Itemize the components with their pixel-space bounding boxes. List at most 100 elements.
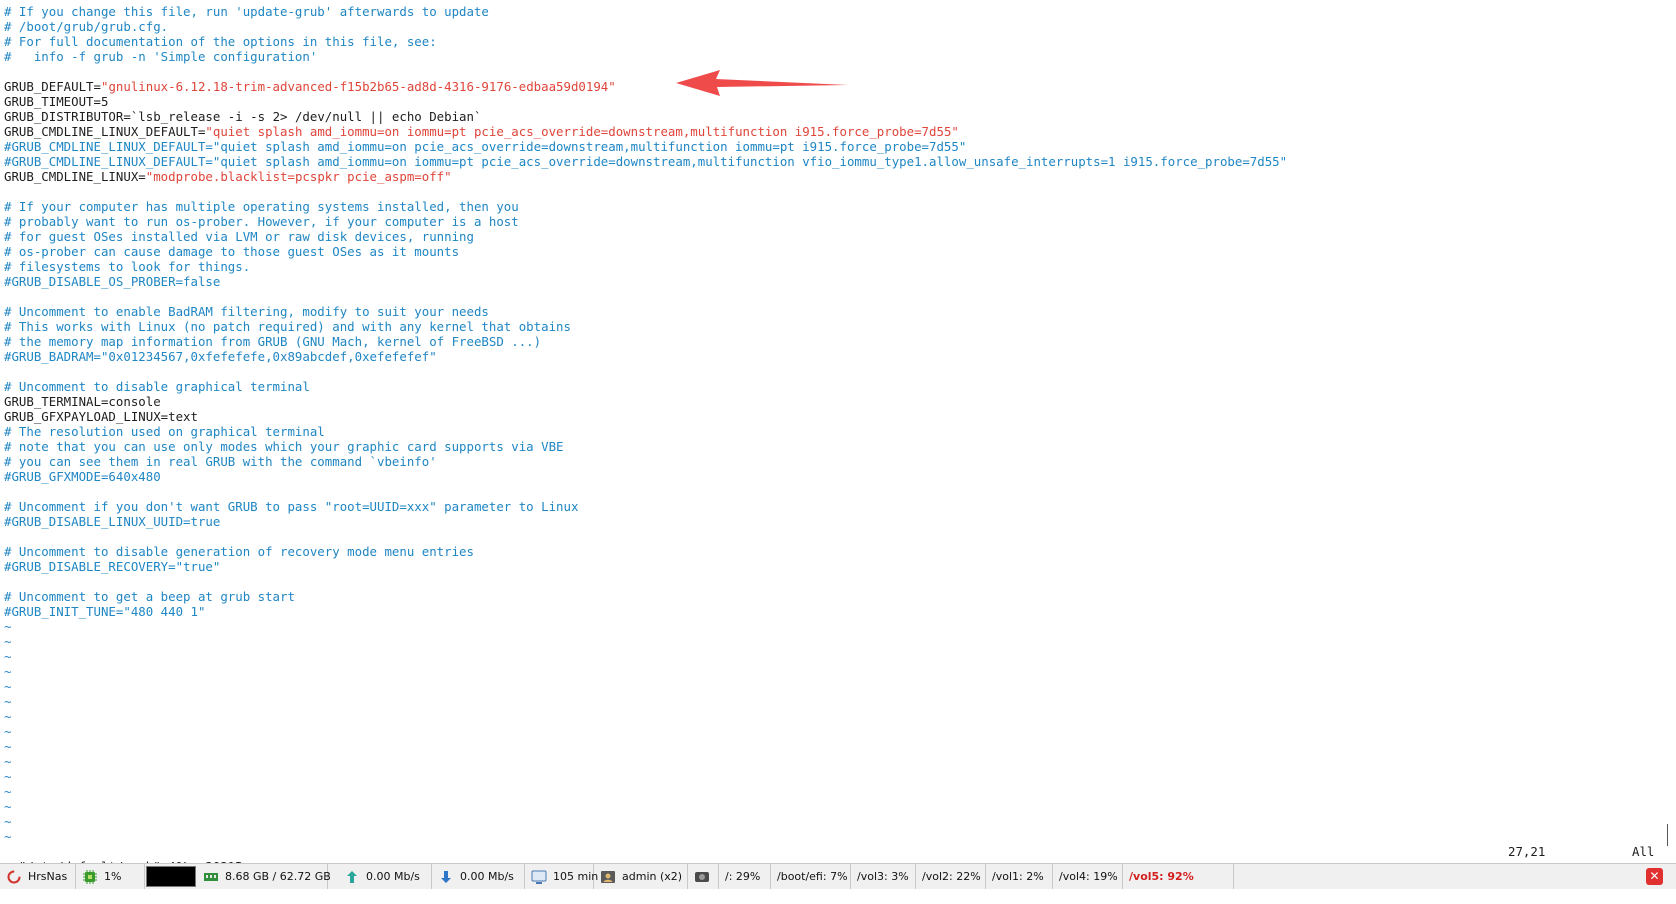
disk-usage-vol3[interactable]: /vol3: 3% [851, 864, 916, 889]
code-line[interactable]: # If you change this file, run 'update-g… [4, 4, 489, 19]
code-line[interactable]: # This works with Linux (no patch requir… [4, 319, 571, 334]
code-line[interactable]: # For full documentation of the options … [4, 34, 437, 49]
code-token: # Uncomment to get a beep at grub start [4, 589, 295, 604]
empty-line-marker[interactable]: ~ [4, 709, 11, 724]
code-token: ~ [4, 724, 12, 739]
code-line[interactable]: # you can see them in real GRUB with the… [4, 454, 437, 469]
uptime-icon [531, 870, 547, 884]
empty-line-marker[interactable]: ~ [4, 679, 11, 694]
status-taskbar: HrsNas 1% 8.68 GB / 62.72 GB 0.00 Mb/s 0… [0, 863, 1676, 889]
code-line[interactable]: #GRUB_CMDLINE_LINUX_DEFAULT="quiet splas… [4, 139, 966, 154]
code-line[interactable]: # Uncomment to disable graphical termina… [4, 379, 310, 394]
disk-label: /vol3: 3% [857, 870, 909, 883]
code-line[interactable]: #GRUB_DISABLE_LINUX_UUID=true [4, 514, 220, 529]
disk-label: /vol1: 2% [992, 870, 1044, 883]
code-line[interactable]: # Uncomment if you don't want GRUB to pa… [4, 499, 578, 514]
code-token: #GRUB_DISABLE_RECOVERY="true" [4, 559, 221, 574]
users-icon [601, 870, 615, 883]
upload-segment[interactable]: 0.00 Mb/s [338, 864, 432, 889]
hostname-icon [7, 870, 21, 883]
code-line[interactable]: #GRUB_GFXMODE=640x480 [4, 469, 161, 484]
code-line[interactable]: #GRUB_CMDLINE_LINUX_DEFAULT="quiet splas… [4, 154, 1287, 169]
code-line[interactable]: # /boot/grub/grub.cfg. [4, 19, 168, 34]
disk-segment[interactable] [688, 864, 719, 889]
code-line[interactable]: # Uncomment to get a beep at grub start [4, 589, 295, 604]
code-line[interactable]: # info -f grub -n 'Simple configuration' [4, 49, 317, 64]
hostname-label: HrsNas [28, 870, 68, 883]
disk-icon [695, 871, 709, 882]
code-line[interactable]: # note that you can use only modes which… [4, 439, 564, 454]
code-token: ~ [4, 694, 12, 709]
disk-usage-vol5[interactable]: /vol5: 92% [1123, 864, 1234, 889]
disk-usage-root[interactable]: /: 29% [719, 864, 771, 889]
disk-label: /vol4: 19% [1059, 870, 1118, 883]
code-line[interactable]: #GRUB_DISABLE_OS_PROBER=false [4, 274, 220, 289]
empty-line-marker[interactable]: ~ [4, 754, 11, 769]
code-token: # the memory map information from GRUB (… [4, 334, 542, 349]
code-line[interactable]: #GRUB_DISABLE_RECOVERY="true" [4, 559, 220, 574]
code-line[interactable]: # The resolution used on graphical termi… [4, 424, 325, 439]
disk-label: /boot/efi: 7% [777, 870, 848, 883]
empty-line-marker[interactable]: ~ [4, 619, 11, 634]
code-line[interactable]: # for guest OSes installed via LVM or ra… [4, 229, 474, 244]
cursor-position: 27,21 [1508, 844, 1546, 859]
disk-usage-vol2[interactable]: /vol2: 22% [916, 864, 986, 889]
code-line[interactable]: # probably want to run os-prober. Howeve… [4, 214, 519, 229]
scrollbar[interactable] [1667, 824, 1668, 846]
code-line[interactable]: GRUB_CMDLINE_LINUX_DEFAULT="quiet splash… [4, 124, 959, 139]
uptime-segment[interactable]: 105 min [525, 864, 598, 889]
close-icon[interactable]: ✕ [1646, 868, 1663, 885]
empty-line-marker[interactable]: ~ [4, 634, 11, 649]
empty-line-marker[interactable]: ~ [4, 694, 11, 709]
code-token: ~ [4, 829, 12, 840]
empty-line-marker[interactable]: ~ [4, 724, 11, 739]
code-line[interactable]: #GRUB_INIT_TUNE="480 440 1" [4, 604, 205, 619]
memory-segment[interactable]: 8.68 GB / 62.72 GB [197, 864, 331, 889]
empty-line-marker[interactable]: ~ [4, 769, 11, 784]
vim-editor[interactable]: # If you change this file, run 'update-g… [0, 0, 1660, 840]
users-segment[interactable]: admin (x2) [594, 864, 688, 889]
empty-line-marker[interactable]: ~ [4, 649, 11, 664]
code-token: # Uncomment to enable BadRAM filtering, … [4, 304, 489, 319]
code-line[interactable]: GRUB_DEFAULT="gnulinux-6.12.18-trim-adva… [4, 79, 616, 94]
memory-usage: 8.68 GB / 62.72 GB [225, 870, 331, 883]
code-line[interactable]: GRUB_CMDLINE_LINUX="modprobe.blacklist=p… [4, 169, 452, 184]
empty-line-marker[interactable]: ~ [4, 739, 11, 754]
empty-line-marker[interactable]: ~ [4, 814, 11, 829]
empty-line-marker[interactable]: ~ [4, 829, 11, 840]
code-line[interactable]: GRUB_TIMEOUT=5 [4, 94, 108, 109]
code-token: #GRUB_CMDLINE_LINUX_DEFAULT="quiet splas… [4, 139, 967, 154]
code-line[interactable]: # Uncomment to disable generation of rec… [4, 544, 474, 559]
code-token: # Uncomment to disable generation of rec… [4, 544, 474, 559]
code-line[interactable]: # os-prober can cause damage to those gu… [4, 244, 459, 259]
scroll-scope: All [1632, 844, 1655, 859]
code-token: # for guest OSes installed via LVM or ra… [4, 229, 474, 244]
code-token: # The resolution used on graphical termi… [4, 424, 325, 439]
empty-line-marker[interactable]: ~ [4, 784, 11, 799]
cpu-segment[interactable]: 1% [76, 864, 145, 889]
download-segment[interactable]: 0.00 Mb/s [432, 864, 525, 889]
code-line[interactable]: GRUB_GFXPAYLOAD_LINUX=text [4, 409, 198, 424]
code-token: #GRUB_DISABLE_OS_PROBER=false [4, 274, 221, 289]
code-line[interactable]: # Uncomment to enable BadRAM filtering, … [4, 304, 489, 319]
code-token: # filesystems to look for things. [4, 259, 251, 274]
disk-usage-boot-efi[interactable]: /boot/efi: 7% [771, 864, 851, 889]
empty-line-marker[interactable]: ~ [4, 664, 11, 679]
code-line[interactable]: GRUB_TERMINAL=console [4, 394, 161, 409]
annotation-arrow [676, 70, 848, 96]
disk-usage-vol1[interactable]: /vol1: 2% [986, 864, 1053, 889]
code-token: # /boot/grub/grub.cfg. [4, 19, 169, 34]
hostname-segment[interactable]: HrsNas [0, 864, 76, 889]
code-line[interactable]: #GRUB_BADRAM="0x01234567,0xfefefefe,0x89… [4, 349, 437, 364]
code-token: GRUB_TERMINAL=consol [4, 394, 154, 409]
code-line[interactable]: # If your computer has multiple operatin… [4, 199, 519, 214]
memory-icon [204, 872, 218, 881]
code-token: ~ [4, 769, 12, 784]
code-token: GRUB_TIMEOUT=5 [4, 94, 109, 109]
code-line[interactable]: # filesystems to look for things. [4, 259, 250, 274]
code-line[interactable]: GRUB_DISTRIBUTOR=`lsb_release -i -s 2> /… [4, 109, 481, 124]
cpu-usage: 1% [104, 870, 122, 883]
empty-line-marker[interactable]: ~ [4, 799, 11, 814]
code-line[interactable]: # the memory map information from GRUB (… [4, 334, 541, 349]
disk-usage-vol4[interactable]: /vol4: 19% [1053, 864, 1123, 889]
